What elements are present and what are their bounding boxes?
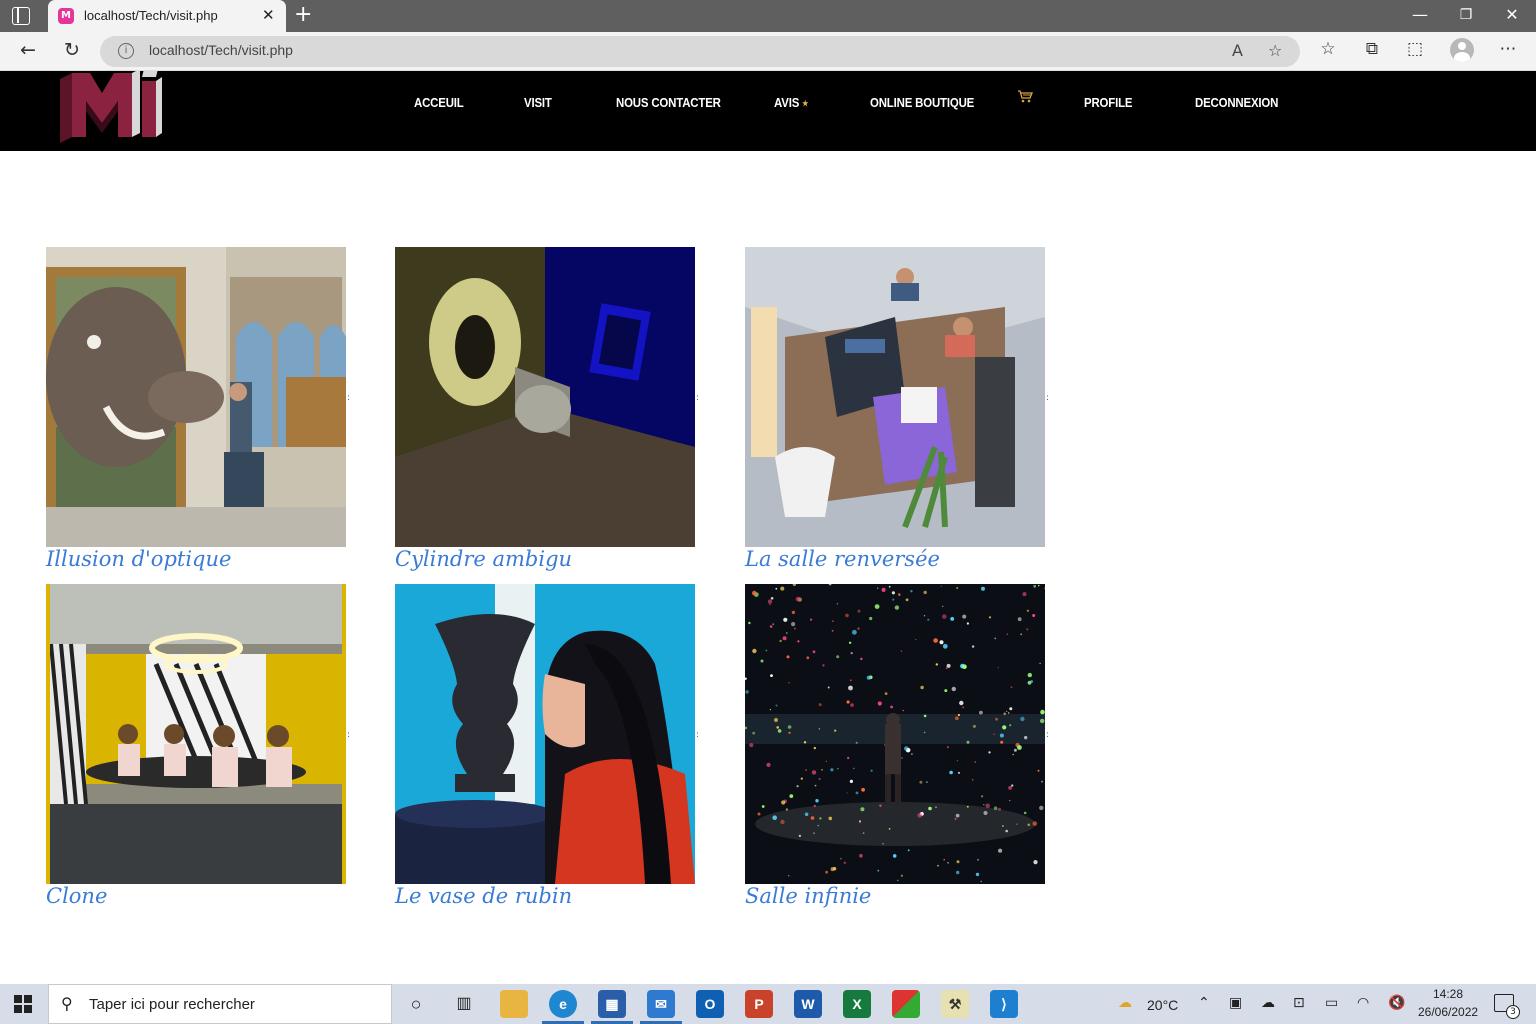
- nav-profile[interactable]: PROFILE: [1084, 95, 1133, 110]
- meet-now-icon[interactable]: ▣: [1229, 995, 1242, 1011]
- site-header: ACCEUIL VISIT NOUS CONTACTER AVIS ★ ONLI…: [0, 71, 1536, 151]
- show-hidden-icons[interactable]: ⌃: [1198, 995, 1210, 1011]
- collections-icon[interactable]: ⧉: [1360, 39, 1384, 59]
- search-icon: ⚲: [61, 994, 73, 1013]
- back-icon[interactable]: ←: [16, 39, 40, 61]
- nav-nous-contacter[interactable]: NOUS CONTACTER: [616, 95, 721, 110]
- minimize-icon[interactable]: —: [1410, 5, 1430, 24]
- task-view-icon[interactable]: ▥: [450, 990, 478, 1018]
- windows-start-icon[interactable]: [14, 995, 32, 1013]
- tick-mark: :: [1046, 393, 1050, 403]
- tick-mark: :: [347, 393, 351, 403]
- caption-vase-rubin[interactable]: Le vase de rubin: [395, 884, 572, 908]
- nav-online-boutique[interactable]: ONLINE BOUTIQUE: [870, 95, 974, 110]
- star-icon: ★: [802, 99, 809, 109]
- close-window-icon[interactable]: ✕: [1502, 5, 1522, 24]
- excel-icon[interactable]: X: [843, 990, 871, 1018]
- site-info-icon[interactable]: i: [118, 43, 134, 59]
- outlook-icon[interactable]: O: [696, 990, 724, 1018]
- favicon-icon: M: [58, 8, 74, 24]
- add-favorite-icon[interactable]: ☆: [1268, 41, 1282, 60]
- search-placeholder: Taper ici pour rechercher: [89, 996, 255, 1013]
- tick-mark: :: [1046, 730, 1050, 740]
- address-bar-row: ← ↻ i localhost/Tech/visit.php A ☆ ☆ ⧉ ⬚…: [0, 32, 1536, 71]
- onedrive-icon[interactable]: ☁: [1261, 995, 1275, 1011]
- profile-avatar-icon[interactable]: [1450, 38, 1474, 62]
- tab-title: localhost/Tech/visit.php: [84, 8, 218, 23]
- gallery-card[interactable]: : Clone: [46, 584, 356, 914]
- winrar-icon[interactable]: [892, 990, 920, 1018]
- clock-date[interactable]: 26/06/2022: [1418, 1005, 1478, 1019]
- gallery-image-illusion[interactable]: [46, 247, 346, 547]
- caption-cylindre[interactable]: Cylindre ambigu: [395, 547, 572, 571]
- wifi-icon[interactable]: ◠: [1357, 995, 1369, 1011]
- store-icon[interactable]: ▦: [598, 990, 626, 1018]
- nav-visit[interactable]: VISIT: [524, 95, 552, 110]
- word-icon[interactable]: W: [794, 990, 822, 1018]
- edge-browser-icon[interactable]: e: [549, 990, 577, 1018]
- tab-actions-icon[interactable]: [12, 7, 30, 25]
- browser-tab[interactable]: M localhost/Tech/visit.php ✕: [48, 0, 286, 32]
- gallery-image-salle-infinie[interactable]: [745, 584, 1045, 884]
- gallery-image-cylindre[interactable]: [395, 247, 695, 547]
- gallery-image-salle-renversee[interactable]: [745, 247, 1045, 547]
- tick-mark: :: [696, 730, 700, 740]
- clock-time[interactable]: 14:28: [1433, 987, 1463, 1001]
- cart-icon[interactable]: [1017, 89, 1033, 103]
- caption-illusion[interactable]: Illusion d'optique: [46, 547, 231, 571]
- tick-mark: :: [347, 730, 351, 740]
- gallery-card[interactable]: : Le vase de rubin: [395, 584, 705, 914]
- cortana-icon[interactable]: ○: [402, 990, 430, 1018]
- gallery-card[interactable]: : Illusion d'optique: [46, 247, 356, 577]
- security-icon[interactable]: ⊡: [1293, 995, 1305, 1011]
- caption-salle-renversee[interactable]: La salle renversée: [745, 547, 940, 571]
- url-text[interactable]: localhost/Tech/visit.php: [149, 42, 293, 58]
- weather-icon[interactable]: ☁: [1118, 995, 1132, 1011]
- tick-mark: :: [696, 393, 700, 403]
- gallery-image-vase-rubin[interactable]: [395, 584, 695, 884]
- gallery-card[interactable]: : Salle infinie: [745, 584, 1055, 914]
- powerpoint-icon[interactable]: P: [745, 990, 773, 1018]
- close-tab-icon[interactable]: ✕: [262, 6, 275, 24]
- nav-avis[interactable]: AVIS ★: [774, 95, 808, 110]
- file-explorer-icon[interactable]: [500, 990, 528, 1018]
- volume-muted-icon[interactable]: 🔇: [1388, 995, 1405, 1011]
- site-logo[interactable]: [58, 71, 166, 143]
- browser-essentials-icon[interactable]: ⬚: [1403, 39, 1427, 59]
- mail-icon[interactable]: ✉: [647, 990, 675, 1018]
- gallery-card[interactable]: : Cylindre ambigu: [395, 247, 705, 577]
- nav-acceuil[interactable]: ACCEUIL: [414, 95, 464, 110]
- restore-icon[interactable]: ❐: [1456, 7, 1476, 23]
- gallery-image-clone[interactable]: [46, 584, 346, 884]
- taskbar-search-input[interactable]: ⚲ Taper ici pour rechercher: [48, 984, 392, 1024]
- browser-tab-strip: M localhost/Tech/visit.php ✕ + — ❐ ✕: [0, 0, 1536, 32]
- new-tab-icon[interactable]: +: [294, 2, 312, 27]
- address-bar[interactable]: i localhost/Tech/visit.php A ☆: [100, 36, 1300, 67]
- nav-deconnexion[interactable]: DECONNEXION: [1195, 95, 1278, 110]
- caption-clone[interactable]: Clone: [46, 884, 107, 908]
- more-options-icon[interactable]: ⋯: [1496, 39, 1520, 59]
- battery-icon[interactable]: ▭: [1325, 995, 1338, 1011]
- vscode-icon[interactable]: ⟩: [990, 990, 1018, 1018]
- refresh-icon[interactable]: ↻: [60, 39, 84, 61]
- windows-taskbar: ⚲ Taper ici pour rechercher ○ ▥ e ▦ ✉ O …: [0, 984, 1536, 1024]
- favorites-icon[interactable]: ☆: [1316, 39, 1340, 59]
- read-aloud-icon[interactable]: A: [1232, 41, 1243, 60]
- notification-count: 3: [1506, 1005, 1520, 1019]
- caption-salle-infinie[interactable]: Salle infinie: [745, 884, 871, 908]
- gallery-card[interactable]: : La salle renversée: [745, 247, 1055, 577]
- weather-temp[interactable]: 20°C: [1147, 997, 1178, 1013]
- nav-avis-label: AVIS: [774, 95, 800, 110]
- tool-app-icon[interactable]: ⚒: [941, 990, 969, 1018]
